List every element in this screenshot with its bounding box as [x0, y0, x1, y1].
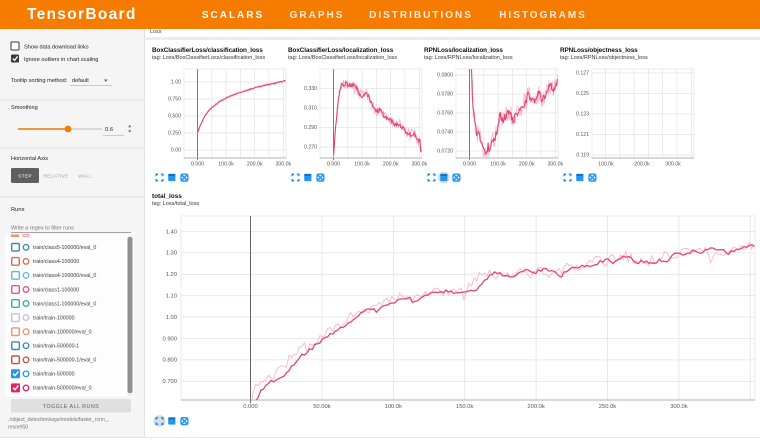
svg-text:0.121: 0.121	[576, 132, 589, 138]
svg-text:STEP: STEP	[18, 174, 32, 180]
svg-text:100.0k: 100.0k	[490, 162, 506, 168]
svg-text:train/train-100000: train/train-100000	[33, 315, 75, 321]
svg-text:default: default	[72, 78, 89, 84]
svg-text:0.250: 0.250	[168, 131, 181, 137]
svg-text:Tooltip sorting method:: Tooltip sorting method:	[11, 78, 68, 84]
svg-text:0.00: 0.00	[171, 148, 181, 154]
svg-text:0.0740: 0.0740	[437, 130, 453, 136]
svg-text:train/train-500000/eval_0: train/train-500000/eval_0	[33, 386, 92, 392]
svg-text:0.6: 0.6	[105, 127, 113, 133]
svg-text:1.30: 1.30	[166, 251, 177, 257]
svg-text:200.0k: 200.0k	[383, 162, 399, 168]
svg-text:100.0k: 100.0k	[218, 162, 234, 168]
svg-text:100.0k: 100.0k	[385, 404, 403, 410]
svg-text:train/class4-100000/eval_0: train/class4-100000/eval_0	[33, 273, 96, 279]
svg-text:1.10: 1.10	[166, 294, 177, 300]
svg-text:0.000: 0.000	[327, 162, 340, 168]
svg-text:200.0k: 200.0k	[527, 404, 545, 410]
svg-text:0.0760: 0.0760	[437, 111, 453, 117]
svg-text:train/class4-100000: train/class4-100000	[33, 259, 79, 265]
svg-text:0.000: 0.000	[243, 404, 258, 410]
svg-text:Horizontal Axis: Horizontal Axis	[11, 156, 48, 162]
svg-text:0.800: 0.800	[162, 358, 177, 364]
svg-text:0.000: 0.000	[191, 162, 204, 168]
svg-text:0.119: 0.119	[576, 153, 589, 159]
svg-text:0.270: 0.270	[304, 145, 317, 151]
svg-text:Write a regex to filter runs: Write a regex to filter runs	[11, 226, 74, 232]
svg-text:200.0k: 200.0k	[634, 162, 650, 168]
svg-text:1.20: 1.20	[166, 272, 177, 278]
svg-text:train/train-500000-1/eval_0: train/train-500000-1/eval_0	[33, 358, 96, 364]
svg-text:./object_detection/wgs/models/: ./object_detection/wgs/models/faster_rcn…	[8, 417, 109, 423]
svg-text:0.700: 0.700	[162, 379, 177, 385]
svg-text:0.0720: 0.0720	[437, 149, 453, 155]
svg-text:Show data download links: Show data download links	[24, 45, 89, 51]
svg-text:0.750: 0.750	[168, 97, 181, 103]
svg-text:TOGGLE ALL RUNS: TOGGLE ALL RUNS	[43, 404, 99, 410]
svg-text:train/train-500000: train/train-500000	[33, 372, 75, 378]
svg-text:50.00k: 50.00k	[313, 404, 331, 410]
svg-text:Ignore outliers in chart scali: Ignore outliers in chart scaling	[24, 57, 98, 63]
svg-text:300.0k: 300.0k	[670, 404, 688, 410]
svg-text:RELATIVE: RELATIVE	[43, 174, 68, 180]
svg-text:train/train-100000/eval_0: train/train-100000/eval_0	[33, 330, 92, 336]
svg-text:Smoothing: Smoothing	[11, 105, 38, 111]
svg-text:1.40: 1.40	[166, 229, 177, 235]
svg-text:150.0k: 150.0k	[456, 404, 474, 410]
svg-text:0.310: 0.310	[304, 106, 317, 112]
svg-text:0.290: 0.290	[304, 125, 317, 131]
svg-text:0.900: 0.900	[162, 336, 177, 342]
svg-text:train/class1-100000/eval_0: train/class1-100000/eval_0	[33, 301, 96, 307]
svg-text:0.000: 0.000	[463, 162, 476, 168]
svg-text:100.0k: 100.0k	[354, 162, 370, 168]
svg-text:0.127: 0.127	[576, 71, 589, 77]
svg-text:0.123: 0.123	[576, 112, 589, 118]
svg-text:Runs: Runs	[11, 207, 25, 213]
svg-text:0.0780: 0.0780	[437, 92, 453, 98]
svg-text:200.0k: 200.0k	[247, 162, 263, 168]
svg-text:WALL: WALL	[78, 174, 92, 180]
svg-text:train/train-500000-1: train/train-500000-1	[33, 344, 79, 350]
svg-text:0.125: 0.125	[576, 91, 589, 97]
svg-text:0.330: 0.330	[304, 86, 317, 92]
svg-text:0.500: 0.500	[168, 114, 181, 120]
svg-text:1.00: 1.00	[166, 315, 177, 321]
svg-text:200.0k: 200.0k	[519, 162, 535, 168]
svg-text:1.00: 1.00	[171, 80, 181, 86]
svg-text:250.0k: 250.0k	[599, 404, 617, 410]
svg-text:resnet50: resnet50	[8, 425, 28, 431]
svg-text:300.0k: 300.0k	[665, 162, 681, 168]
svg-text:100.0k: 100.0k	[598, 162, 614, 168]
svg-text:0.0800: 0.0800	[437, 73, 453, 79]
svg-text:train/class1-100000: train/class1-100000	[33, 287, 79, 293]
svg-text:train/class5-100000/eval_0: train/class5-100000/eval_0	[33, 245, 96, 251]
